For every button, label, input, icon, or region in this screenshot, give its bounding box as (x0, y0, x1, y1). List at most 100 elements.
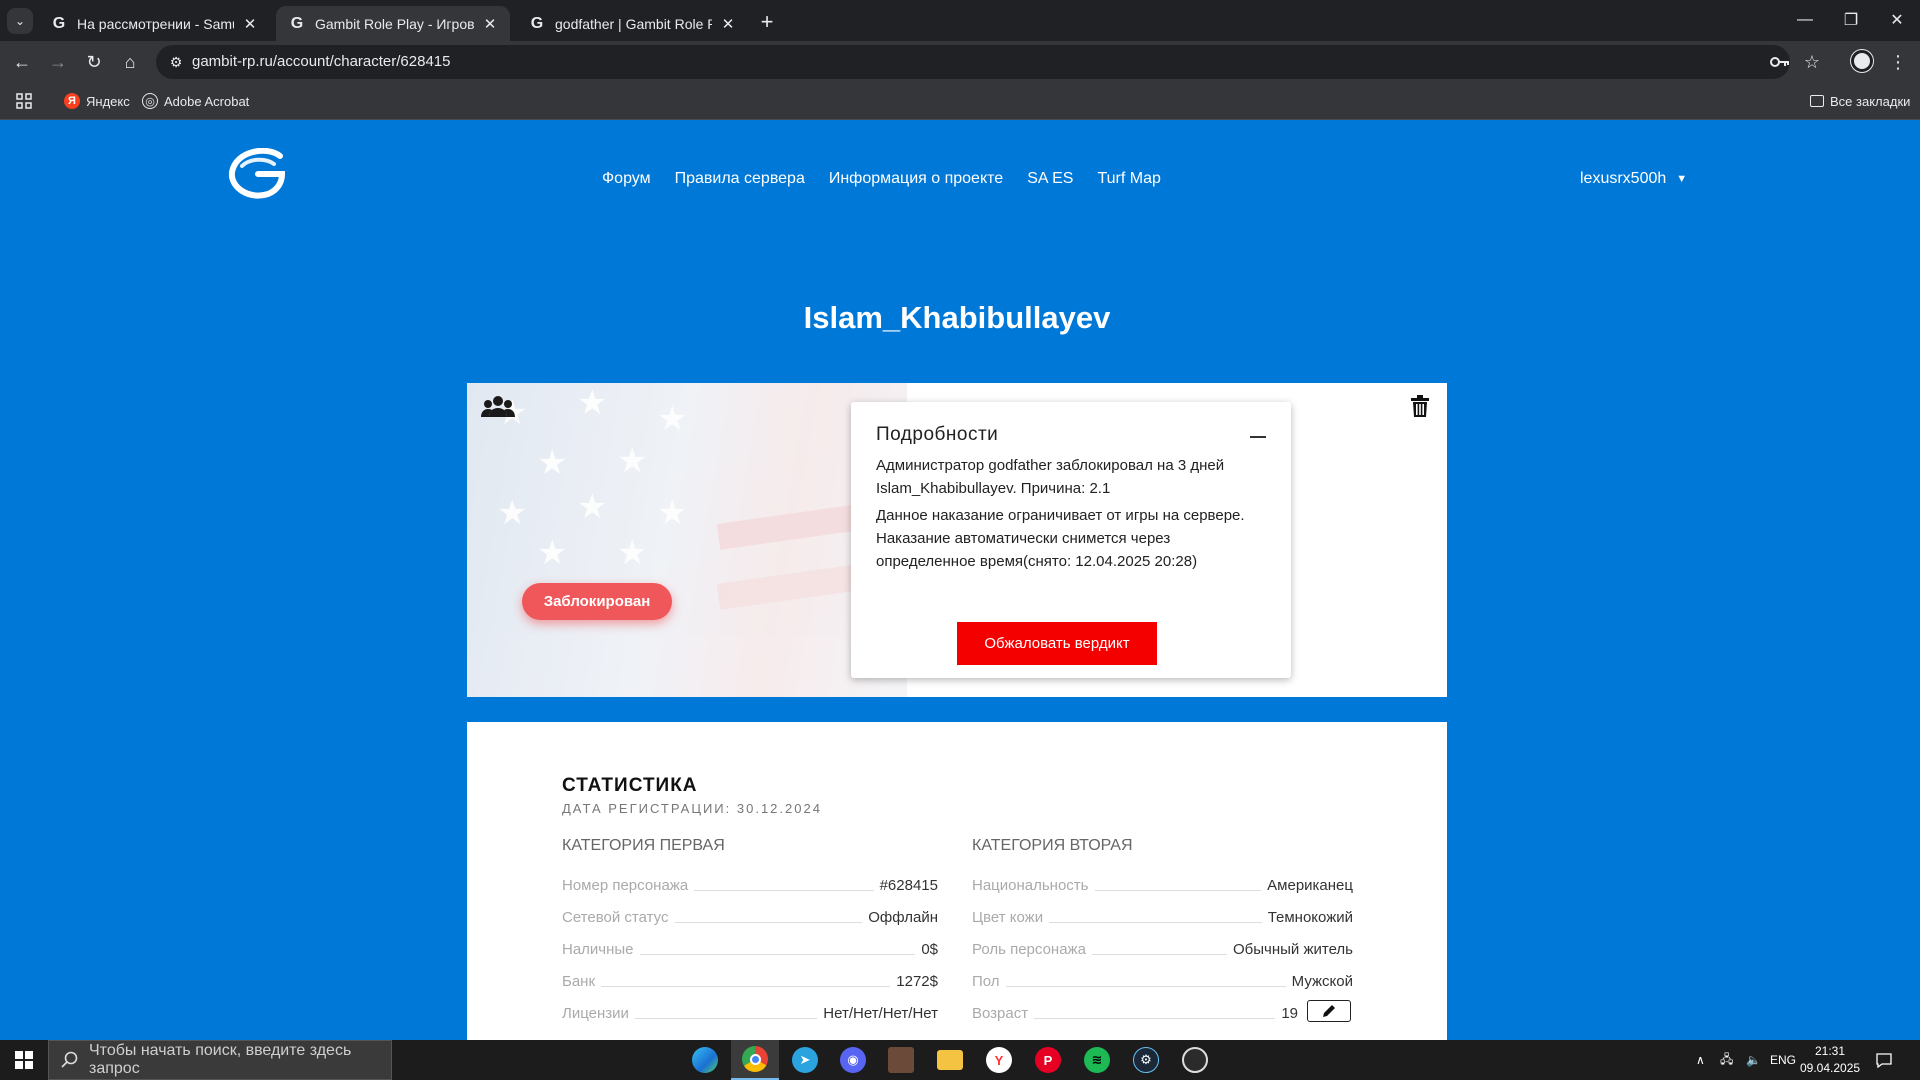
back-button[interactable]: ← (8, 48, 36, 76)
forward-button[interactable]: → (44, 48, 72, 76)
stat-row-character-role: Роль персонажа Обычный житель (972, 938, 1353, 958)
bookmarks-bar: Я Яндекс ◎ Adobe Acrobat Все закладки (0, 82, 1920, 120)
folder-icon (937, 1050, 963, 1070)
tab-godfather[interactable]: G godfather | Gambit Role Play - ✕ (516, 6, 748, 41)
nav-project-info[interactable]: Информация о проекте (829, 170, 1003, 188)
volume-icon[interactable]: 🔈 (1746, 1040, 1761, 1080)
game-icon (888, 1047, 914, 1073)
search-icon (61, 1051, 78, 1068)
character-card: ★ ★ ★ ★ ★ ★ ★ ★ ★ ★ Заблокирован Подробн… (467, 383, 1447, 697)
chrome-app[interactable] (731, 1040, 779, 1080)
acrobat-icon: ◎ (142, 93, 158, 109)
folder-icon (1810, 95, 1824, 107)
minimize-button[interactable]: — (1782, 6, 1828, 34)
clock[interactable]: 21:31 09.04.2025 (1800, 1043, 1860, 1077)
game-app[interactable] (877, 1040, 925, 1080)
address-bar[interactable]: ⚙ gambit-rp.ru/account/character/628415 (156, 45, 1790, 79)
restore-button[interactable]: ❐ (1828, 6, 1874, 34)
reload-button[interactable]: ↻ (80, 48, 108, 76)
stat-label: Лицензии (562, 1005, 629, 1022)
stat-value: Мужской (1291, 973, 1353, 990)
edit-age-button[interactable] (1307, 1000, 1351, 1022)
stat-row-network-status: Сетевой статус Оффлайн (562, 906, 938, 926)
bookmark-label: Яндекс (86, 93, 130, 109)
bookmark-yandex[interactable]: Я Яндекс (64, 91, 130, 111)
stat-label: Банк (562, 973, 596, 990)
url-text[interactable]: gambit-rp.ru/account/character/628415 (192, 53, 450, 70)
tab-gambit-active[interactable]: G Gambit Role Play - Игровой пр ✕ (276, 6, 510, 41)
gambit-favicon-icon: G (52, 14, 66, 32)
user-menu[interactable]: lexusrx500h ▼ (1580, 170, 1687, 188)
discord-app[interactable]: ◉ (829, 1040, 877, 1080)
browser-menu-icon[interactable]: ⋮ (1888, 48, 1908, 76)
close-window-button[interactable]: ✕ (1874, 6, 1920, 34)
stat-label: Роль персонажа (972, 941, 1086, 958)
tab-search-button[interactable]: ⌄ (7, 8, 33, 34)
pinterest-app[interactable]: P (1024, 1040, 1072, 1080)
statistics-card: СТАТИСТИКА ДАТА РЕГИСТРАЦИИ: 30.12.2024 … (467, 722, 1447, 1042)
profile-avatar[interactable] (1851, 50, 1873, 72)
new-tab-button[interactable]: + (754, 9, 780, 35)
taskbar-search[interactable]: Чтобы начать поиск, введите здесь запрос (48, 1040, 392, 1080)
nav-server-rules[interactable]: Правила сервера (675, 170, 805, 188)
search-placeholder: Чтобы начать поиск, введите здесь запрос (89, 1042, 352, 1077)
star-icon: ★ (617, 442, 648, 480)
tray-chevron-icon[interactable]: ∧ (1696, 1040, 1705, 1080)
gambit-favicon-icon: G (530, 14, 544, 32)
details-panel: Подробности Администратор godfather забл… (851, 402, 1291, 678)
username: lexusrx500h (1580, 170, 1667, 187)
gambit-logo[interactable] (228, 147, 288, 204)
stat-label: Цвет кожи (972, 909, 1044, 926)
browser-toolbar: ← → ↻ ⌂ ⚙ gambit-rp.ru/account/character… (0, 41, 1920, 82)
telegram-app[interactable]: ➤ (781, 1040, 829, 1080)
trash-icon[interactable] (1411, 395, 1429, 417)
all-bookmarks[interactable]: Все закладки (1810, 91, 1910, 111)
category-second-title: КАТЕГОРИЯ ВТОРАЯ (972, 837, 1133, 854)
tab-title: godfather | Gambit Role Play - (555, 15, 712, 32)
close-tab-icon[interactable]: ✕ (718, 14, 738, 34)
start-button[interactable] (0, 1040, 48, 1080)
language-indicator[interactable]: ENG (1770, 1040, 1796, 1080)
stat-row-bank: Банк 1272$ (562, 970, 938, 990)
star-icon: ★ (537, 444, 568, 482)
bookmark-acrobat[interactable]: ◎ Adobe Acrobat (142, 91, 249, 111)
star-icon: ★ (537, 534, 568, 572)
site-info-icon[interactable]: ⚙ (166, 52, 186, 72)
stat-value: Оффлайн (868, 909, 938, 926)
spotify-app[interactable]: ≋ (1073, 1040, 1121, 1080)
network-icon[interactable]: 🖧 (1720, 1040, 1733, 1080)
edge-app[interactable] (681, 1040, 729, 1080)
pinterest-icon: P (1035, 1047, 1061, 1073)
password-key-icon[interactable] (1766, 48, 1794, 76)
close-tab-icon[interactable]: ✕ (240, 14, 260, 34)
bookmark-star-icon[interactable]: ☆ (1798, 48, 1826, 76)
nav-turf-map[interactable]: Turf Map (1097, 170, 1160, 188)
nav-sa-es[interactable]: SA ES (1027, 170, 1073, 188)
stat-row-nationality: Национальность Американец (972, 874, 1353, 894)
edge-icon (692, 1047, 718, 1073)
stat-row-character-id: Номер персонажа #628415 (562, 874, 938, 894)
stat-row-age: Возраст 19 (972, 1002, 1298, 1022)
close-tab-icon[interactable]: ✕ (480, 14, 500, 34)
ban-info-text: Администратор godfather заблокировал на … (876, 457, 1225, 497)
home-button[interactable]: ⌂ (116, 48, 144, 76)
stat-value: Обычный житель (1233, 941, 1353, 958)
yandex-browser-app[interactable]: Y (975, 1040, 1023, 1080)
stat-row-skin-color: Цвет кожи Темнокожий (972, 906, 1353, 926)
steam-app[interactable]: ⚙ (1122, 1040, 1170, 1080)
ban-description-text: Данное наказание ограничивает от игры на… (876, 507, 1245, 570)
chrome-icon (742, 1046, 768, 1072)
obs-app[interactable] (1171, 1040, 1219, 1080)
caret-down-icon: ▼ (1676, 173, 1688, 185)
apps-grid-icon[interactable] (16, 91, 32, 111)
stat-row-cash: Наличные 0$ (562, 938, 938, 958)
appeal-button[interactable]: Обжаловать вердикт (957, 622, 1157, 665)
tab-samuel[interactable]: G На рассмотрении - Samuel Lic ✕ (38, 6, 270, 41)
file-explorer-app[interactable] (926, 1040, 974, 1080)
nav-forum[interactable]: Форум (602, 170, 651, 188)
notifications-icon[interactable] (1876, 1040, 1892, 1080)
obs-icon (1182, 1047, 1208, 1073)
star-icon: ★ (497, 494, 528, 532)
stat-value: Темнокожий (1267, 909, 1353, 926)
collapse-icon[interactable] (1250, 436, 1266, 438)
